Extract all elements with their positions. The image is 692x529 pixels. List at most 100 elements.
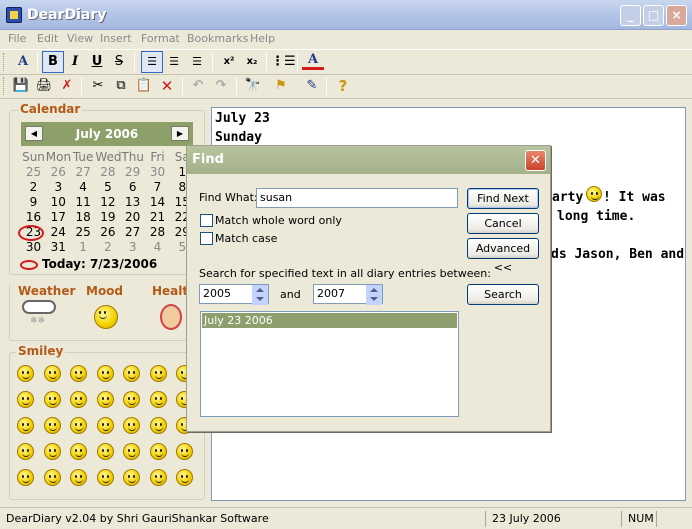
properties-icon[interactable]: ✎ <box>301 75 323 97</box>
bookmark-icon[interactable]: ⚑ <box>270 75 292 97</box>
smiley-icon[interactable] <box>96 391 114 408</box>
spinner-arrows-icon[interactable] <box>252 285 268 305</box>
smiley-icon[interactable] <box>149 443 167 460</box>
smiley-icon[interactable] <box>96 469 114 486</box>
italic-button[interactable]: I <box>64 51 86 73</box>
calendar-day[interactable]: 4 <box>145 240 170 254</box>
menu-format[interactable]: Format <box>141 32 180 45</box>
calendar-day[interactable]: 7 <box>145 180 170 194</box>
calendar-day[interactable]: 19 <box>95 210 120 224</box>
search-result-item[interactable]: July 23 2006 <box>202 313 457 328</box>
align-right-button[interactable]: ☰ <box>186 51 208 73</box>
smiley-icon[interactable] <box>17 469 34 486</box>
calendar-day[interactable]: 27 <box>120 225 145 239</box>
save-icon[interactable]: 💾 <box>10 75 32 97</box>
calendar-day[interactable]: 1 <box>71 240 96 254</box>
calendar-day[interactable]: 21 <box>145 210 170 224</box>
redo-icon[interactable]: ↷ <box>210 75 232 97</box>
underline-button[interactable]: U <box>86 51 108 73</box>
copy-icon[interactable]: ⧉ <box>110 75 132 97</box>
weather-cloud-icon[interactable] <box>22 300 56 314</box>
calendar-day[interactable]: 17 <box>46 210 71 224</box>
calendar-day[interactable]: 25 <box>21 165 46 179</box>
strikethrough-button[interactable]: S <box>108 51 130 73</box>
smiley-icon[interactable] <box>123 365 140 382</box>
health-face-icon[interactable] <box>160 304 182 330</box>
smiley-icon[interactable] <box>70 365 87 382</box>
smiley-icon[interactable] <box>17 365 34 382</box>
weather-label[interactable]: Weather <box>18 284 75 298</box>
smiley-icon[interactable] <box>176 443 193 460</box>
smiley-icon[interactable] <box>43 443 61 460</box>
mood-smiley-icon[interactable] <box>94 305 118 329</box>
close-button[interactable]: × <box>666 5 687 26</box>
toolbar-grip[interactable] <box>3 77 6 95</box>
smiley-icon[interactable] <box>43 469 61 486</box>
calendar-day[interactable]: 3 <box>46 180 71 194</box>
to-year-spinner[interactable]: 2007 <box>313 284 383 305</box>
calendar-day[interactable]: 12 <box>95 195 120 209</box>
smiley-icon[interactable] <box>149 391 167 408</box>
cancel-button[interactable]: Cancel <box>467 213 539 234</box>
minimize-button[interactable]: _ <box>620 5 641 26</box>
font-icon[interactable]: A <box>12 51 34 73</box>
paste-icon[interactable]: 📋 <box>133 75 155 97</box>
calendar-day[interactable]: 26 <box>46 165 71 179</box>
print-icon[interactable]: 🖨 <box>33 75 55 97</box>
next-month-button[interactable]: ▶ <box>171 126 189 141</box>
calendar-day[interactable]: 3 <box>120 240 145 254</box>
menu-view[interactable]: View <box>67 32 93 45</box>
smiley-icon[interactable] <box>70 443 87 460</box>
mood-label[interactable]: Mood <box>86 284 123 298</box>
calendar-day[interactable]: 6 <box>120 180 145 194</box>
smiley-icon[interactable] <box>43 391 61 408</box>
superscript-button[interactable]: x² <box>218 51 240 73</box>
find-what-input[interactable]: susan <box>256 188 458 208</box>
smiley-icon[interactable] <box>96 417 114 434</box>
calendar-day[interactable]: 31 <box>46 240 71 254</box>
smiley-icon[interactable] <box>70 391 87 408</box>
smiley-icon[interactable] <box>96 365 114 382</box>
advanced-button[interactable]: Advanced << <box>467 238 539 274</box>
calendar-day[interactable]: 30 <box>145 165 170 179</box>
smiley-icon[interactable] <box>17 443 34 460</box>
match-whole-word-checkbox[interactable] <box>200 214 213 227</box>
delete-entry-icon[interactable]: ✗ <box>56 75 78 97</box>
toolbar-grip[interactable] <box>3 53 6 71</box>
undo-icon[interactable]: ↶ <box>187 75 209 97</box>
find-close-icon[interactable]: ✕ <box>525 150 546 171</box>
calendar-day[interactable]: 28 <box>95 165 120 179</box>
maximize-button[interactable]: □ <box>643 5 664 26</box>
menu-bookmarks[interactable]: Bookmarks <box>187 32 248 45</box>
smiley-icon[interactable] <box>123 469 140 486</box>
calendar-day[interactable]: 18 <box>71 210 96 224</box>
calendar-day[interactable]: 4 <box>71 180 96 194</box>
calendar-day[interactable]: 29 <box>120 165 145 179</box>
smiley-icon[interactable] <box>149 417 167 434</box>
calendar-day[interactable]: 9 <box>21 195 46 209</box>
calendar-day[interactable]: 26 <box>95 225 120 239</box>
menu-help[interactable]: Help <box>250 32 275 45</box>
prev-month-button[interactable]: ◀ <box>25 126 43 141</box>
calendar-day[interactable]: 10 <box>46 195 71 209</box>
smiley-icon[interactable] <box>123 417 140 434</box>
calendar-day[interactable]: 20 <box>120 210 145 224</box>
search-button[interactable]: Search <box>467 284 539 305</box>
calendar-day[interactable]: 16 <box>21 210 46 224</box>
calendar-day[interactable]: 28 <box>145 225 170 239</box>
align-left-button[interactable]: ☰ <box>141 51 163 73</box>
calendar-day[interactable]: 13 <box>120 195 145 209</box>
find-next-button[interactable]: Find Next <box>467 188 539 209</box>
calendar-day[interactable]: 11 <box>71 195 96 209</box>
calendar-day[interactable]: 2 <box>95 240 120 254</box>
calendar-day[interactable]: 25 <box>71 225 96 239</box>
smiley-icon[interactable] <box>96 443 114 460</box>
smiley-icon[interactable] <box>70 417 87 434</box>
delete-icon[interactable]: ✕ <box>156 75 178 97</box>
align-center-button[interactable]: ☰ <box>163 51 185 73</box>
smiley-icon[interactable] <box>176 469 193 486</box>
smiley-icon[interactable] <box>17 391 34 408</box>
smiley-icon[interactable] <box>149 469 167 486</box>
smiley-icon[interactable] <box>149 365 167 382</box>
menu-file[interactable]: File <box>8 32 26 45</box>
